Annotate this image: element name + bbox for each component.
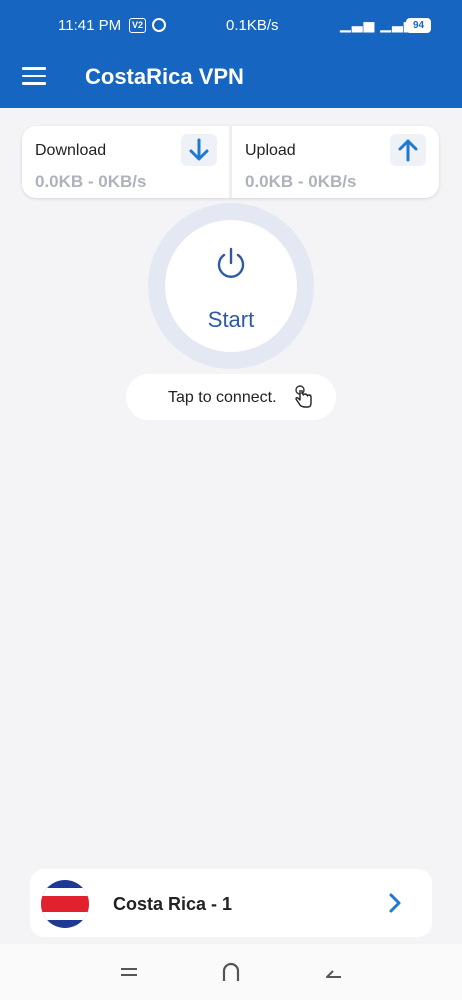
hamburger-menu-icon[interactable] (22, 67, 46, 85)
app-title: CostaRica VPN (85, 64, 244, 89)
hint-text: Tap to connect. (168, 389, 277, 406)
download-stat: Download 0.0KB - 0KB/s (22, 126, 227, 198)
network-speed: 0.1KB/s (226, 17, 279, 34)
app-bar: CostaRica VPN (0, 52, 462, 108)
upload-label: Upload (245, 142, 296, 159)
server-name: Costa Rica - 1 (113, 894, 233, 914)
recents-icon[interactable] (117, 961, 141, 983)
power-ring: Start (148, 203, 314, 369)
status-bar: 11:41 PM V2 0.1KB/s ▁▃▅ ▁▃▅ 94 (0, 0, 462, 52)
arrow-down-icon (181, 134, 217, 166)
download-value: 0.0KB - 0KB/s (35, 172, 147, 191)
server-selector[interactable]: Costa Rica - 1 (30, 869, 432, 937)
start-button[interactable]: Start (165, 220, 297, 352)
upload-stat: Upload 0.0KB - 0KB/s (232, 126, 437, 198)
connect-hint: Tap to connect. (126, 374, 336, 420)
traffic-stats-card: Download 0.0KB - 0KB/s Upload 0.0KB - 0K… (22, 126, 439, 198)
ring-icon (152, 18, 166, 32)
back-icon[interactable] (321, 961, 345, 983)
power-icon (213, 246, 249, 282)
chevron-right-icon (388, 892, 402, 914)
system-nav-bar (0, 944, 462, 1000)
download-label: Download (35, 142, 107, 159)
upload-value: 0.0KB - 0KB/s (245, 172, 357, 191)
arrow-up-icon (390, 134, 426, 166)
hand-pointer-icon (292, 385, 314, 409)
costa-rica-flag (41, 880, 89, 928)
start-label: Start (207, 307, 255, 332)
home-icon[interactable] (219, 961, 243, 983)
vpn-badge-icon: V2 (129, 18, 146, 33)
header-background: 11:41 PM V2 0.1KB/s ▁▃▅ ▁▃▅ 94 CostaRica… (0, 0, 462, 108)
status-time: 11:41 PM (58, 17, 122, 34)
battery-icon: 94 (406, 18, 431, 33)
signal-icons: ▁▃▅ ▁▃▅ (340, 16, 416, 32)
